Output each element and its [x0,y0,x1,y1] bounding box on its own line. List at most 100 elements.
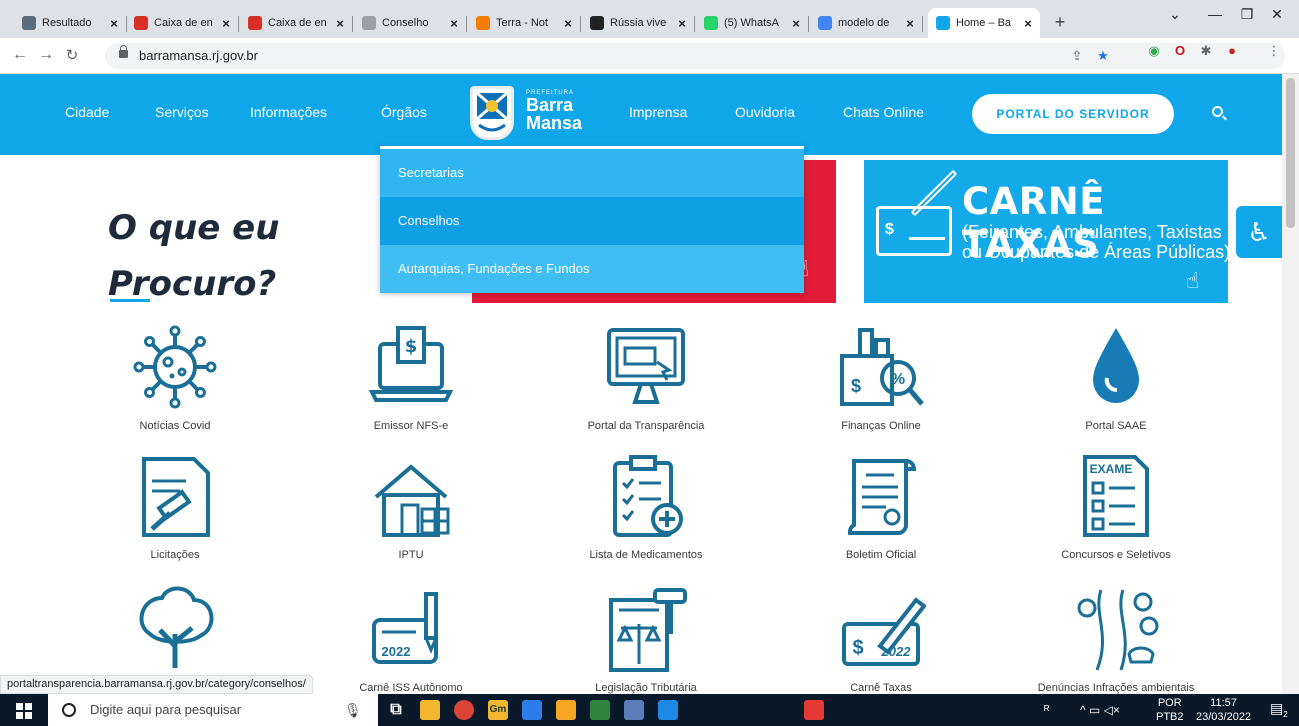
task-view-icon[interactable]: ⧉ [386,700,406,720]
scrollbar-thumb[interactable] [1286,78,1295,228]
service-card[interactable]: Lista de Medicamentos [561,451,731,561]
close-tab-icon[interactable]: × [560,16,576,31]
service-card[interactable]: EXAME Concursos e Seletivos [1031,451,1201,561]
file-explorer-icon[interactable] [420,700,440,720]
gmail-icon [248,16,262,30]
close-tab-icon[interactable]: × [218,16,234,31]
language-code: POR [1157,697,1182,709]
chrome-icon[interactable] [454,700,474,720]
keyboard-layout: PTB2 [1156,711,1184,723]
scroll-document-icon [836,451,926,541]
browser-tab[interactable]: modelo de × [810,8,923,38]
share-icon[interactable]: ⇪ [1069,48,1085,64]
tree-icon [130,584,220,674]
maximize-button[interactable]: ❐ [1232,6,1262,23]
service-card[interactable]: $ Emissor NFS-e [326,322,496,432]
clock-time: 11:57 [1210,697,1237,709]
minimize-button[interactable]: — [1200,6,1230,22]
close-window-button[interactable]: ✕ [1262,6,1292,23]
gm-app-icon[interactable]: Gm [488,700,508,720]
microphone-icon[interactable]: 🎙 [344,694,362,726]
browser-tab[interactable]: Rússia vive × [582,8,695,38]
nav-orgaos[interactable]: Órgãos [381,104,427,120]
app-icon[interactable] [624,700,644,720]
puzzle-extensions-icon[interactable]: ✱ [1198,43,1214,59]
service-card[interactable]: Legislação Tributária [561,584,731,694]
word-document-icon[interactable] [522,700,542,720]
dropdown-item-autarquias[interactable]: Autarquias, Fundações e Fundos [380,245,804,293]
forward-icon[interactable]: → [36,46,56,64]
service-card[interactable]: % $ Finanças Online [796,322,966,432]
browser-tab[interactable]: Conselho × [354,8,467,38]
nav-ouvidoria[interactable]: Ouvidoria [735,104,795,120]
service-label: Portal SAAE [1085,420,1147,432]
image-viewer-icon[interactable] [556,700,576,720]
spreadsheet-icon[interactable] [590,700,610,720]
dropdown-item-conselhos[interactable]: Conselhos [380,197,804,245]
nav-chats-online[interactable]: Chats Online [843,104,924,120]
google-icon [818,16,832,30]
reload-icon[interactable]: ↻ [62,46,82,64]
page-scrollbar[interactable] [1282,74,1299,694]
close-tab-icon[interactable]: × [902,16,918,31]
service-card[interactable]: Boletim Oficial [796,451,966,561]
nav-informacoes[interactable]: Informações [250,104,327,120]
service-card[interactable]: IPTU [326,451,496,561]
clock[interactable]: 11:57 23/03/2022 [1196,696,1251,724]
new-tab-button[interactable]: + [1048,12,1072,34]
people-icon[interactable]: ᴿ [1044,703,1049,717]
cheque-dollar-sign: $ [885,221,894,238]
site-logo[interactable]: PREFEITURA Barra Mansa [470,82,600,146]
close-tab-icon[interactable]: × [106,16,122,31]
browser-tab-title: Rússia vive [610,17,667,29]
cheque-pen-icon: $2022 [836,584,927,674]
browser-tab[interactable]: (5) WhatsA × [696,8,809,38]
app-red-icon[interactable] [804,700,824,720]
covid-icon [130,322,220,412]
terra-icon [476,16,490,30]
service-card[interactable]: Licitações [90,451,260,561]
search-icon[interactable] [1212,106,1223,117]
service-card[interactable]: Notícias Covid [90,322,260,432]
back-icon[interactable]: ← [10,46,30,64]
address-bar[interactable]: barramansa.rj.gov.br ⇪ ★ [105,43,1285,69]
service-card[interactable]: Denúncias Infrações ambientais [1031,584,1201,694]
close-tab-icon[interactable]: × [1020,16,1036,31]
close-tab-icon[interactable]: × [446,16,462,31]
browser-tab[interactable]: Caixa de en × [240,8,353,38]
service-card[interactable]: 2022 Carnê ISS Autônomo [326,584,496,694]
browser-tab[interactable]: Resultado × [14,8,127,38]
bookmark-star-icon[interactable]: ★ [1095,48,1111,64]
heading-line-1: O que eu [108,208,280,248]
menu-kebab-icon[interactable]: ⋮ [1266,43,1282,59]
language-indicator[interactable]: POR PTB2 [1156,696,1184,724]
nav-imprensa[interactable]: Imprensa [629,104,687,120]
browser-tab[interactable]: Home – Ba × [928,8,1040,38]
close-tab-icon[interactable]: × [332,16,348,31]
notification-center-icon[interactable]: ▤2 [1270,700,1288,719]
service-card[interactable]: $2022 Carnê Taxas [796,584,966,694]
accessibility-icon[interactable]: ♿ [1236,206,1282,258]
carne-taxas-banner[interactable]: $ CARNÊ TAXAS (Feirantes, Ambulantes, Ta… [864,160,1230,303]
close-tab-icon[interactable]: × [674,16,690,31]
browser-tab[interactable]: Caixa de en × [126,8,239,38]
service-card[interactable] [90,584,260,682]
portal-servidor-button[interactable]: PORTAL DO SERVIDOR [972,94,1174,134]
profile-avatar[interactable]: ● [1224,43,1240,59]
tray-icons[interactable]: ^ ▭ ◁× [1080,703,1120,717]
address-url[interactable]: barramansa.rj.gov.br [139,48,258,63]
close-tab-icon[interactable]: × [788,16,804,31]
service-card[interactable]: Portal SAAE [1031,322,1201,432]
service-card[interactable]: Portal da Transparência [561,322,731,432]
opera-icon[interactable]: O [1172,43,1188,59]
tab-search-icon[interactable]: ⌄ [1160,6,1190,23]
taskbar-search-box[interactable]: Digite aqui para pesquisar 🎙 [48,694,378,726]
image-icon [22,16,36,30]
nav-servicos[interactable]: Serviços [155,104,209,120]
browser-tab[interactable]: Terra - Not × [468,8,581,38]
windows-start-icon[interactable] [16,703,32,719]
extension-icon[interactable]: ◉ [1146,43,1162,59]
photos-icon[interactable] [658,700,678,720]
nav-cidade[interactable]: Cidade [65,104,109,120]
dropdown-item-secretarias[interactable]: Secretarias [380,149,804,197]
